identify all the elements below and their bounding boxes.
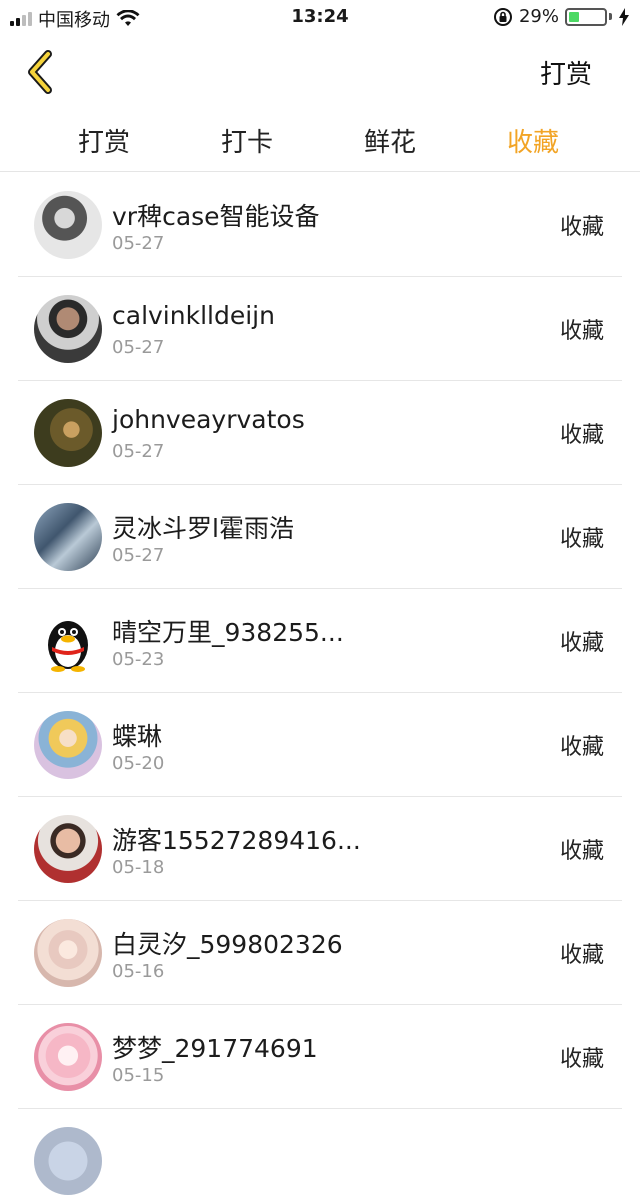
nav-bar: 打赏 [0, 36, 640, 112]
list-item[interactable]: 蝶琳 05-20 收藏 [18, 693, 622, 797]
status-right: 29% [493, 6, 630, 27]
charging-icon [619, 7, 629, 26]
battery-percent: 29% [518, 6, 559, 27]
reward-button[interactable]: 打赏 [540, 54, 592, 91]
list-item[interactable]: 白灵汐_599802326 05-16 收藏 [18, 901, 622, 1005]
user-name: 游客15527289416... [112, 826, 361, 855]
user-name: 晴空万里_938255... [112, 618, 344, 647]
chevron-left-icon[interactable] [22, 48, 62, 96]
favorite-label: 收藏 [559, 943, 604, 968]
tab-checkin[interactable]: 打卡 [197, 122, 297, 159]
favorite-date: 05-20 [112, 753, 165, 774]
tab-reward[interactable]: 打赏 [54, 122, 154, 159]
favorite-date: 05-15 [112, 1065, 165, 1086]
favorite-label: 收藏 [559, 735, 604, 760]
avatar [34, 399, 102, 467]
avatar [34, 1023, 102, 1091]
favorite-date: 05-23 [112, 649, 165, 670]
tab-favorites[interactable]: 收藏 [483, 122, 583, 159]
favorite-date: 05-27 [112, 337, 165, 358]
list-item[interactable]: 梦梦_291774691 05-15 收藏 [18, 1005, 622, 1109]
favorite-label: 收藏 [559, 423, 604, 448]
tab-flowers[interactable]: 鲜花 [340, 122, 440, 159]
user-name: 灵冰斗罗l霍雨浩 [112, 514, 294, 543]
avatar [34, 503, 102, 571]
favorite-label: 收藏 [559, 319, 604, 344]
user-name: 白灵汐_599802326 [112, 930, 343, 959]
user-name: 梦梦_291774691 [112, 1034, 318, 1063]
favorite-label: 收藏 [559, 839, 604, 864]
battery-cap [609, 13, 612, 20]
user-name: calvinklldeijn [112, 301, 275, 330]
favorite-date: 05-27 [112, 233, 165, 254]
list-item[interactable]: 晴空万里_938255... 05-23 收藏 [18, 589, 622, 693]
user-name: vr稗case智能设备 [112, 202, 320, 231]
list-item[interactable]: johnveayrvatos 05-27 收藏 [18, 381, 622, 485]
user-name: 蝶琳 [112, 722, 163, 751]
avatar [34, 711, 102, 779]
orientation-lock-icon [493, 7, 512, 26]
favorite-label: 收藏 [559, 631, 604, 656]
avatar [34, 191, 102, 259]
list-item[interactable]: 灵冰斗罗l霍雨浩 05-27 收藏 [18, 485, 622, 589]
favorite-label: 收藏 [559, 527, 604, 552]
penguin-icon [34, 607, 102, 675]
list-item[interactable]: calvinklldeijn 05-27 收藏 [18, 277, 622, 381]
tab-bar: 打赏 打卡 鲜花 收藏 [0, 112, 640, 172]
favorite-date: 05-27 [112, 545, 165, 566]
avatar [34, 1127, 102, 1195]
status-bar: 中国移动 13:24 29% [0, 0, 640, 36]
favorites-list: vr稗case智能设备 05-27 收藏 calvinklldeijn 05-2… [0, 173, 640, 1195]
favorite-label: 收藏 [559, 1047, 604, 1072]
avatar [34, 295, 102, 363]
list-item[interactable]: 游客15527289416... 05-18 收藏 [18, 797, 622, 901]
battery-level [569, 11, 579, 22]
list-item-partial[interactable] [18, 1109, 622, 1195]
avatar [34, 815, 102, 883]
list-item[interactable]: vr稗case智能设备 05-27 收藏 [18, 173, 622, 277]
avatar [34, 919, 102, 987]
user-name: johnveayrvatos [112, 405, 305, 434]
favorite-date: 05-18 [112, 857, 165, 878]
favorite-label: 收藏 [559, 215, 604, 240]
favorite-date: 05-27 [112, 441, 165, 462]
favorite-date: 05-16 [112, 961, 165, 982]
battery-icon [565, 7, 607, 26]
